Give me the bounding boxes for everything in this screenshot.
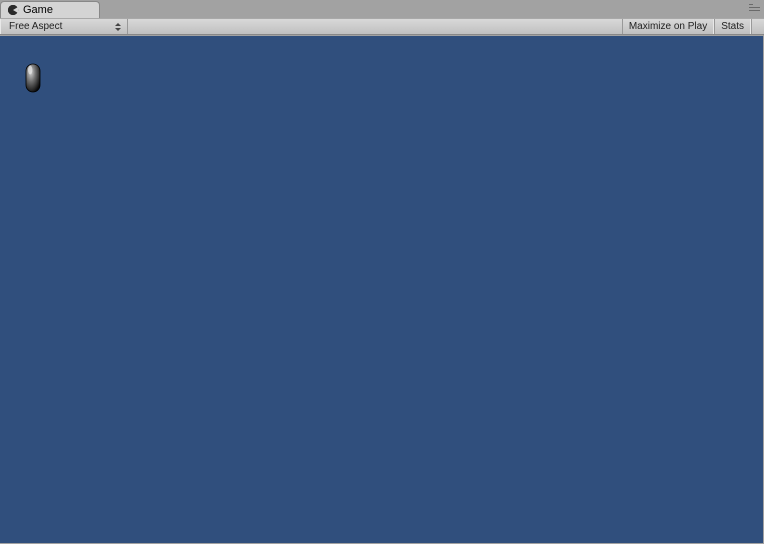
capsule-sprite xyxy=(25,63,41,93)
aspect-ratio-label: Free Aspect xyxy=(9,21,62,32)
tab-game[interactable]: Game xyxy=(0,1,100,18)
pacman-icon xyxy=(7,4,19,16)
tab-label: Game xyxy=(23,4,53,16)
game-viewport[interactable] xyxy=(0,36,763,543)
maximize-on-play-button[interactable]: Maximize on Play xyxy=(622,19,714,34)
viewport-container xyxy=(0,35,764,544)
aspect-ratio-dropdown[interactable]: Free Aspect xyxy=(0,19,128,34)
tab-strip: Game xyxy=(0,0,764,18)
toolbar-spacer xyxy=(128,19,622,34)
window-options[interactable] xyxy=(749,3,760,13)
gizmos-edge[interactable] xyxy=(751,19,764,34)
dropdown-arrows-icon xyxy=(115,21,123,33)
stats-button[interactable]: Stats xyxy=(714,19,751,34)
game-toolbar: Free Aspect Maximize on Play Stats xyxy=(0,18,764,35)
stats-label: Stats xyxy=(721,21,744,32)
maximize-on-play-label: Maximize on Play xyxy=(629,21,707,32)
window-menu-icon xyxy=(749,3,760,13)
game-window: Game Free Aspect Maximize on Play xyxy=(0,0,764,544)
